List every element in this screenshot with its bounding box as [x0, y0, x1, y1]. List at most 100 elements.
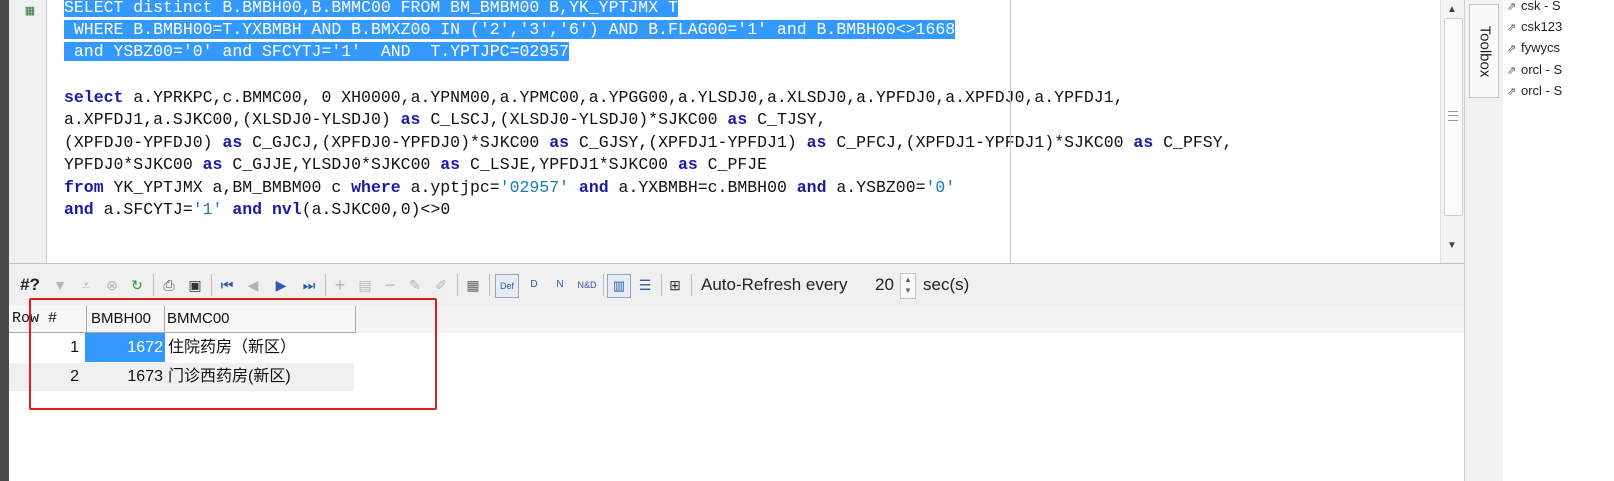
- toolbar-separator: [489, 274, 490, 296]
- auto-refresh-unit: sec(s): [923, 275, 970, 294]
- code-line: and a.SFCYTJ='1' and nvl(a.SJKC00,0)<>0: [64, 199, 450, 221]
- delete-record-icon[interactable]: ▤: [355, 275, 375, 295]
- code-text: a.YPRKPC,c.BMMC00, 0 XH0000,a.YPNM00,a.Y…: [123, 88, 1124, 107]
- remove-icon[interactable]: −: [381, 275, 399, 295]
- code-keyword: as: [806, 133, 827, 152]
- code-line: from YK_YPTJMX a,BM_BMBM00 c where a.ypt…: [64, 177, 955, 199]
- code-line: (XPFDJ0-YPFDJ0) as C_GJCJ,(XPFDJ0-YPFDJ0…: [64, 132, 1232, 154]
- cancel-icon[interactable]: ⊗: [103, 275, 121, 295]
- refresh-icon[interactable]: ↻: [127, 275, 147, 295]
- toolbar-separator: [211, 274, 212, 296]
- toolbar-separator: [325, 274, 326, 296]
- d-button[interactable]: D: [523, 275, 545, 295]
- column-layout-icon[interactable]: ⊞: [665, 275, 685, 295]
- code-line-selected-1: SELECT distinct B.BMBH00,B.BMMC00 FROM B…: [64, 0, 678, 17]
- code-keyword: as: [549, 133, 570, 152]
- code-keyword: and: [796, 178, 827, 197]
- code-text: a.SFCYTJ=: [93, 200, 193, 219]
- connection-icon: ⇗: [1507, 22, 1517, 34]
- connection-item[interactable]: ⇗ orcl - S: [1507, 80, 1562, 101]
- code-text: C_TJSY,: [747, 110, 827, 129]
- editor-gutter: ▦: [9, 0, 47, 263]
- code-keyword: as: [400, 110, 421, 129]
- toolbar-separator: [603, 274, 604, 296]
- filter-icon[interactable]: ▼: [51, 275, 69, 295]
- query-info-button[interactable]: #?: [17, 275, 43, 295]
- code-text: C_LSCJ,(XLSDJ0-YLSDJ0)*SJKC00: [420, 110, 728, 129]
- code-keyword: and: [64, 200, 94, 219]
- code-keyword: as: [727, 110, 748, 129]
- first-record-icon[interactable]: ⏮: [217, 275, 237, 295]
- connection-item[interactable]: ⇗ orcl - S: [1507, 59, 1562, 80]
- print-icon[interactable]: ⎙: [159, 275, 179, 295]
- code-string: '02957': [499, 178, 570, 197]
- auto-refresh-label: Auto-Refresh every: [701, 275, 848, 294]
- last-record-icon[interactable]: ⏭: [299, 275, 319, 295]
- connection-item[interactable]: ⇗ fywycs: [1507, 37, 1560, 58]
- code-text: C_GJSY,(XPFDJ1-YPFDJ1): [569, 133, 807, 152]
- nd-button[interactable]: N&D: [575, 275, 599, 295]
- spin-down-icon[interactable]: ▼: [904, 286, 912, 295]
- scroll-thumb[interactable]: [1444, 18, 1463, 216]
- code-keyword: from: [64, 178, 104, 197]
- toolbox-label: Toolbox: [1476, 25, 1494, 78]
- auto-refresh-interval[interactable]: 20: [875, 275, 894, 295]
- code-line-selected-2: WHERE B.BMBH00=T.YXBMBH AND B.BMXZ00 IN …: [64, 20, 956, 39]
- toolbox-tab[interactable]: Toolbox: [1469, 4, 1499, 98]
- editor-scrollbar[interactable]: ▲ ▼: [1440, 0, 1465, 263]
- code-keyword: where: [351, 178, 401, 197]
- code-text: C_LSJE,YPFDJ1*SJKC00: [460, 155, 678, 174]
- post-edit-icon[interactable]: ✎: [405, 275, 425, 295]
- def-button[interactable]: Def: [495, 274, 519, 298]
- execute-marker-icon[interactable]: ▦: [23, 4, 37, 18]
- connection-item[interactable]: ⇗ csk123: [1507, 16, 1562, 37]
- code-text: (a.SJKC00,0)<>0: [301, 200, 451, 219]
- insert-record-icon[interactable]: +: [331, 275, 349, 295]
- cancel-edit-icon[interactable]: ✐: [431, 275, 451, 295]
- connection-icon: ⇗: [1507, 86, 1517, 98]
- connection-item[interactable]: ⇗ csk - S: [1507, 0, 1561, 16]
- auto-refresh-spinner[interactable]: ▲ ▼: [900, 273, 916, 299]
- scroll-up-icon[interactable]: ▲: [1447, 4, 1457, 15]
- code-line: a.XPFDJ1,a.SJKC00,(XLSDJ0-YLSDJ0) as C_L…: [64, 109, 826, 131]
- grip-icon: [1448, 111, 1458, 121]
- connection-icon: ⇗: [1507, 65, 1517, 77]
- code-keyword: and: [232, 200, 263, 219]
- code-string: '1': [192, 200, 223, 219]
- sql-editor[interactable]: SELECT distinct B.BMBH00,B.BMMC00 FROM B…: [47, 0, 1440, 263]
- connection-panel: ⇗ csk - S ⇗ csk123 ⇗ fywycs ⇗ orcl - S ⇗ orcl…: [1503, 0, 1614, 481]
- record-mode-icon[interactable]: ☰: [635, 275, 655, 295]
- scroll-down-icon[interactable]: ▼: [1447, 240, 1457, 251]
- code-text: YK_YPTJMX a,BM_BMBM00 c: [103, 178, 352, 197]
- code-string: '0': [925, 178, 956, 197]
- code-text: a.XPFDJ1,a.SJKC00,(XLSDJ0-YLSDJ0): [64, 110, 401, 129]
- toolbar-separator: [691, 274, 692, 296]
- code-line: select a.YPRKPC,c.BMMC00, 0 XH0000,a.YPN…: [64, 87, 1124, 109]
- code-text: C_GJJE,YLSDJ0*SJKC00: [222, 155, 441, 174]
- code-text: a.YXBMBH=c.BMBH00: [608, 178, 797, 197]
- code-keyword: as: [440, 155, 461, 174]
- code-text: C_PFSY,: [1153, 133, 1233, 152]
- code-keyword: as: [222, 133, 243, 152]
- toolbar-separator: [457, 274, 458, 296]
- filter-clear-icon[interactable]: ⩡: [77, 275, 95, 295]
- toolbox-strip: Toolbox: [1464, 0, 1504, 481]
- editor-guide-line: [1010, 0, 1011, 263]
- spin-up-icon[interactable]: ▲: [904, 275, 912, 284]
- code-text: C_GJCJ,(XPFDJ0-YPFDJ0)*SJKC00: [242, 133, 550, 152]
- code-text: a.yptjpc=: [400, 178, 500, 197]
- previous-record-icon[interactable]: ◀: [243, 275, 263, 295]
- code-text: YPFDJ0*SJKC00: [64, 155, 203, 174]
- annotation-highlight-box: [29, 298, 437, 410]
- grid-view-icon[interactable]: ▦: [463, 275, 483, 295]
- save-icon[interactable]: ▣: [185, 275, 205, 295]
- code-text: (XPFDJ0-YPFDJ0): [64, 133, 223, 152]
- grid-mode-icon[interactable]: ▥: [607, 274, 631, 298]
- code-keyword: as: [202, 155, 223, 174]
- next-record-icon[interactable]: ▶: [271, 275, 291, 295]
- code-keyword: nvl: [272, 200, 302, 219]
- code-text: C_PFCJ,(XPFDJ1-YPFDJ1)*SJKC00: [826, 133, 1134, 152]
- n-button[interactable]: N: [549, 275, 571, 295]
